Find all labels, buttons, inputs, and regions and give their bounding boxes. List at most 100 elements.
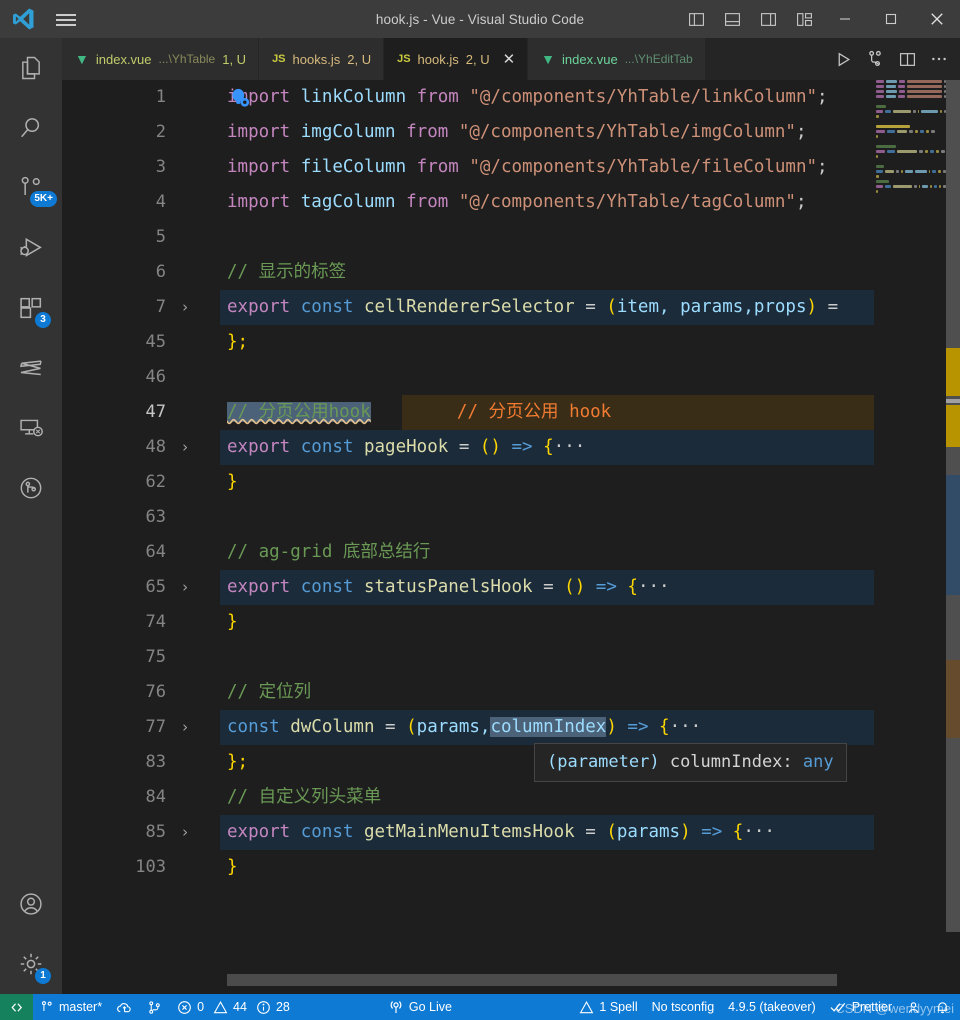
code-line[interactable]: 85 › export const getMainMenuItemsHook = (… <box>62 815 960 850</box>
code-text[interactable]: } <box>227 605 238 640</box>
close-icon[interactable]: ✕ <box>503 52 516 67</box>
code-line[interactable]: 46 <box>62 360 960 395</box>
tab-hook-js[interactable]: JS hook.js 2, U ✕ <box>384 38 529 80</box>
code-line[interactable]: 2 import imgColumn from "@/components/YhT… <box>62 115 960 150</box>
toggle-primary-sidebar-icon[interactable] <box>678 0 714 38</box>
code-text[interactable]: export const cellRendererSelector = (ite… <box>227 290 838 325</box>
sidebar-item-source-control[interactable]: 5K+ <box>0 158 62 218</box>
code-text[interactable]: export const getMainMenuItemsHook = (par… <box>227 815 775 850</box>
status-prettier[interactable]: Prettier <box>823 994 899 1020</box>
debug-alt-icon[interactable] <box>860 38 890 80</box>
code-text[interactable]: import imgColumn from "@/components/YhTa… <box>227 115 807 150</box>
code-text[interactable]: // ag-grid 底部总结行 <box>227 535 430 570</box>
sidebar-item-remote-explorer[interactable] <box>0 398 62 458</box>
code-text[interactable]: import linkColumn from "@/components/YhT… <box>227 80 828 115</box>
minimap-line <box>876 115 946 119</box>
toggle-secondary-sidebar-icon[interactable] <box>750 0 786 38</box>
code-line[interactable]: 74} <box>62 605 960 640</box>
code-line[interactable]: 62} <box>62 465 960 500</box>
token: // 自定义列头菜单 <box>227 787 382 807</box>
status-sync-changes[interactable] <box>109 994 140 1020</box>
code-editor[interactable]: 1 import linkColumn from "@/components/Yh… <box>62 80 960 994</box>
status-problems[interactable]: 0 44 28 <box>170 994 297 1020</box>
maximize-button[interactable] <box>868 0 914 38</box>
sidebar-item-explorer[interactable] <box>0 38 62 98</box>
code-lines[interactable]: 1 import linkColumn from "@/components/Yh… <box>62 80 960 994</box>
activity-bar-manage[interactable]: 1 <box>0 934 62 994</box>
status-branch[interactable]: master* <box>33 994 109 1020</box>
sidebar-item-gitlens[interactable] <box>0 458 62 518</box>
fold-chevron-icon[interactable]: › <box>174 815 196 850</box>
code-line[interactable]: 1 import linkColumn from "@/components/Yh… <box>62 80 960 115</box>
selected-comment[interactable]: // 分页公用hook <box>227 402 371 422</box>
code-text[interactable]: export const pageHook = () => {··· <box>227 430 585 465</box>
code-text[interactable]: } <box>227 465 238 500</box>
vscode-window: hook.js - Vue - Visual Studio Code 5K+ 3… <box>0 0 960 1020</box>
ellipsis-icon[interactable] <box>924 38 954 80</box>
minimap[interactable] <box>874 80 946 994</box>
customize-layout-icon[interactable] <box>786 0 822 38</box>
horizontal-scrollbar-thumb[interactable] <box>227 974 837 986</box>
status-typescript-version[interactable]: 4.9.5 (takeover) <box>721 994 823 1020</box>
close-button[interactable] <box>914 0 960 38</box>
code-text[interactable]: }; <box>227 745 248 780</box>
fold-chevron-icon[interactable]: › <box>174 290 196 325</box>
sidebar-item-extensions[interactable]: 3 <box>0 278 62 338</box>
status-accounts[interactable] <box>899 994 928 1020</box>
code-text[interactable]: // 自定义列头菜单 <box>227 780 381 815</box>
fold-chevron-icon[interactable]: › <box>174 430 196 465</box>
code-action-lightbulb-icon[interactable] <box>228 86 254 112</box>
status-go-live[interactable]: Go Live <box>381 994 459 1020</box>
toggle-panel-icon[interactable] <box>714 0 750 38</box>
code-line[interactable]: 75 <box>62 640 960 675</box>
code-line[interactable]: 76 // 定位列 <box>62 675 960 710</box>
code-text[interactable]: import tagColumn from "@/components/YhTa… <box>227 185 807 220</box>
code-line[interactable]: 84 // 自定义列头菜单 <box>62 780 960 815</box>
code-line[interactable]: 3 import fileColumn from "@/components/Yh… <box>62 150 960 185</box>
minimize-button[interactable] <box>822 0 868 38</box>
code-line[interactable]: 63 <box>62 500 960 535</box>
sidebar-item-search[interactable] <box>0 98 62 158</box>
code-text[interactable]: // 分页公用hook // 分页公用 hook <box>227 395 611 430</box>
status-spell-check[interactable]: 1 Spell <box>572 994 644 1020</box>
token: }; <box>227 332 249 352</box>
code-line[interactable]: 4 import tagColumn from "@/components/YhT… <box>62 185 960 220</box>
code-text[interactable]: } <box>227 850 238 885</box>
code-line[interactable]: 77 › const dwColumn = (params,columnIndex)… <box>62 710 960 745</box>
code-text[interactable]: }; <box>227 325 248 360</box>
line-number: 4 <box>155 192 166 212</box>
split-editor-icon[interactable] <box>892 38 922 80</box>
sidebar-item-run-and-debug[interactable] <box>0 218 62 278</box>
tab-hooks-js[interactable]: JS hooks.js 2, U <box>259 38 385 80</box>
code-text[interactable]: // 定位列 <box>227 675 311 710</box>
status-git-graph[interactable] <box>140 994 170 1020</box>
play-icon[interactable] <box>828 38 858 80</box>
code-line[interactable]: 65 › export const statusPanelsHook = () =>… <box>62 570 960 605</box>
token: => <box>500 437 533 457</box>
code-text[interactable]: import fileColumn from "@/components/YhT… <box>227 150 828 185</box>
code-line[interactable]: 47 // 分页公用hook // 分页公用 hook <box>62 395 960 430</box>
tab-label: hooks.js <box>292 51 341 67</box>
tab-index-vue-yhedittab[interactable]: ▼ index.vue ...\YhEditTab <box>528 38 706 80</box>
code-line[interactable]: 7 › export const cellRendererSelector = (i… <box>62 290 960 325</box>
fold-chevron-icon[interactable]: › <box>174 710 196 745</box>
code-line[interactable]: 45}; <box>62 325 960 360</box>
overview-ruler[interactable] <box>946 80 960 994</box>
minimap-block <box>876 105 886 108</box>
code-line[interactable]: 48 › export const pageHook = () => {··· <box>62 430 960 465</box>
code-line[interactable]: 64 // ag-grid 底部总结行 <box>62 535 960 570</box>
code-text[interactable]: // 显示的标签 <box>227 255 346 290</box>
hamburger-menu-icon[interactable] <box>46 0 86 38</box>
code-text[interactable]: const dwColumn = (params,columnIndex) =>… <box>227 710 701 745</box>
activity-bar-accounts[interactable] <box>0 874 62 934</box>
tab-index-vue-yhtable[interactable]: ▼ index.vue ...\YhTable 1, U <box>62 38 260 80</box>
code-line[interactable]: 103} <box>62 850 960 885</box>
sidebar-item-sass-compiler[interactable] <box>0 338 62 398</box>
status-tsconfig[interactable]: No tsconfig <box>645 994 722 1020</box>
remote-window-indicator[interactable] <box>0 994 33 1020</box>
code-text[interactable]: export const statusPanelsHook = () => {·… <box>227 570 670 605</box>
status-notifications[interactable] <box>928 994 960 1020</box>
fold-chevron-icon[interactable]: › <box>174 570 196 605</box>
code-line[interactable]: 6 // 显示的标签 <box>62 255 960 290</box>
code-line[interactable]: 5 <box>62 220 960 255</box>
